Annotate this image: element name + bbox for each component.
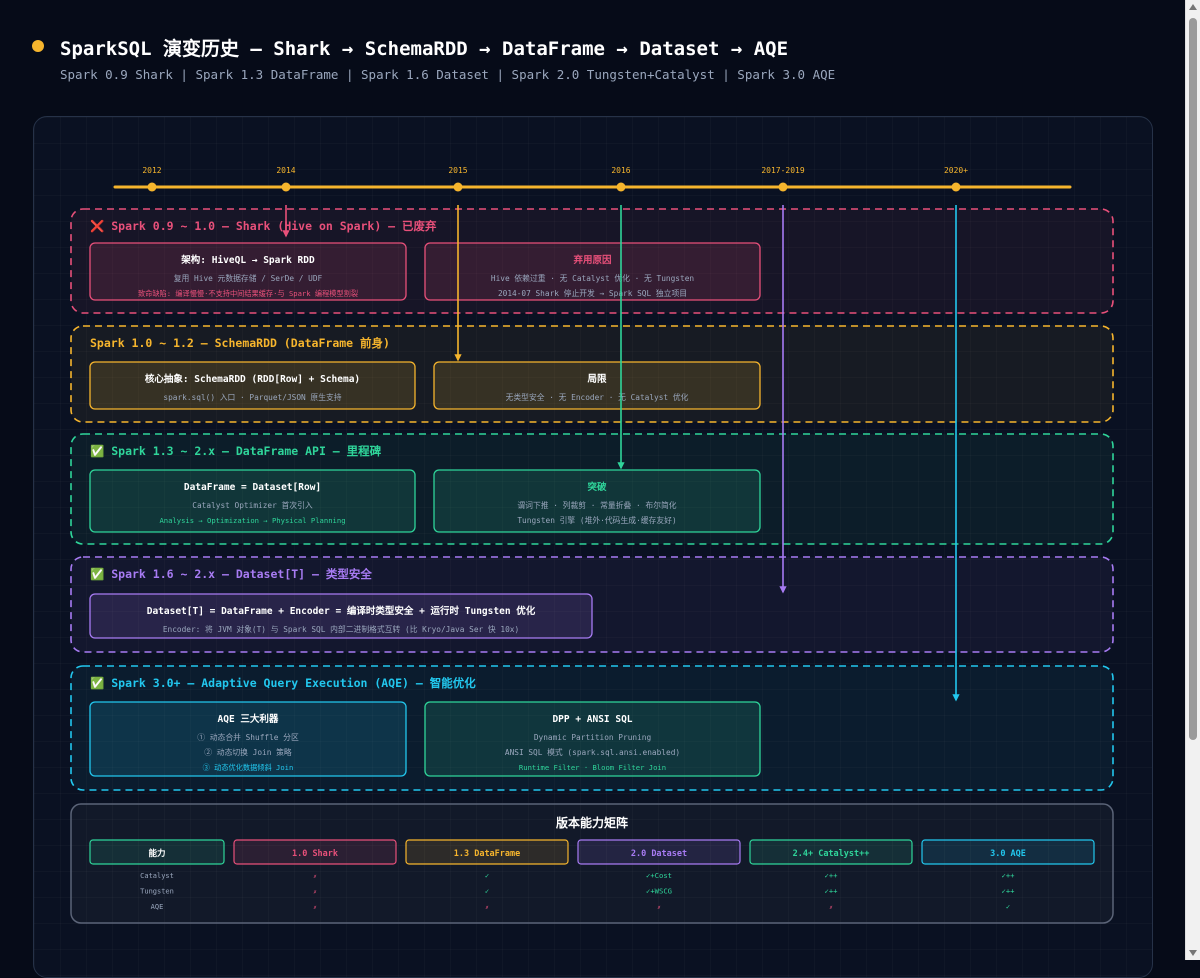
timeline-node <box>951 182 961 192</box>
info-card: 弃用原因 Hive 依赖过重 · 无 Catalyst 优化 · 无 Tungst… <box>424 242 761 301</box>
matrix-cell: ✗ <box>313 905 316 911</box>
timeline-label: 2014 <box>276 166 295 175</box>
matrix-cell: ✓+Cost <box>646 871 672 880</box>
matrix-header-label: 2.4+ Catalyst++ <box>793 849 870 859</box>
info-card-line: Encoder: 将 JVM 对象(T) 与 Spark SQL 内部二进制格式… <box>163 624 519 634</box>
timeline: 2012 2014 2015 2016 2017-2019 2020+ <box>113 166 1072 192</box>
info-card-title: 突破 <box>587 481 607 493</box>
capability-matrix: 版本能力矩阵能力 1.0 Shark 1.3 DataFrame 2.0 Datase… <box>70 803 1114 924</box>
info-card-title: Dataset[T] = DataFrame + Encoder = 编译时类型… <box>147 605 536 617</box>
info-card-line: Tungsten 引擎 (堆外·代码生成·缓存友好) <box>517 515 676 525</box>
timeline-label: 2015 <box>448 166 467 175</box>
info-card: AQE 三大利器 ① 动态合并 Shuffle 分区 ② 动态切换 Join 策略 ③… <box>89 701 407 777</box>
matrix-cell: ✗ <box>313 874 316 880</box>
info-card-title: 核心抽象: SchemaRDD (RDD[Row] + Schema) <box>145 373 360 385</box>
info-card-title: AQE 三大利器 <box>218 713 279 725</box>
era-section-title: Spark 1.0 ~ 1.2 — SchemaRDD (DataFrame 前… <box>90 336 390 350</box>
matrix-cell: ✗ <box>829 905 832 911</box>
matrix-header-label: 2.0 Dataset <box>631 849 687 859</box>
timeline-label: 2016 <box>611 166 630 175</box>
matrix-cell: ✓++ <box>825 871 839 880</box>
matrix-cell: ✓+WSCG <box>646 887 672 896</box>
info-card: DPP + ANSI SQL Dynamic Partition Pruning A… <box>424 701 761 777</box>
info-card-line: Hive 依赖过重 · 无 Catalyst 优化 · 无 Tungsten <box>491 273 694 283</box>
matrix-row-label: Catalyst <box>140 872 174 880</box>
page-scrollbar[interactable] <box>1185 0 1200 960</box>
timeline-node <box>281 182 291 192</box>
timeline-node <box>778 182 788 192</box>
info-card-line: Catalyst Optimizer 首次引入 <box>192 500 313 510</box>
timeline-label: 2017-2019 <box>761 166 805 175</box>
info-card-line: 2014-07 Shark 停止开发 → Spark SQL 独立项目 <box>498 288 687 298</box>
info-card-line: Analysis → Optimization → Physical Plann… <box>159 516 345 525</box>
timeline-label: 2020+ <box>944 166 968 175</box>
matrix-cell: ✗ <box>313 890 316 896</box>
info-card: Dataset[T] = DataFrame + Encoder = 编译时类型… <box>89 593 593 639</box>
info-card-title: DPP + ANSI SQL <box>552 714 632 725</box>
matrix-cell: ✗ <box>485 905 488 911</box>
info-card-line: Runtime Filter · Bloom Filter Join <box>519 763 666 772</box>
matrix-title: 版本能力矩阵 <box>556 815 628 830</box>
timeline-node <box>453 182 463 192</box>
info-card-line: Dynamic Partition Pruning <box>534 733 651 742</box>
info-card-line: ① 动态合并 Shuffle 分区 <box>197 732 299 742</box>
matrix-header-label: 3.0 AQE <box>990 849 1026 859</box>
matrix-cell: ✓++ <box>1002 887 1016 896</box>
info-card: 架构: HiveQL → Spark RDD 复用 Hive 元数据存储 / Se… <box>89 242 407 301</box>
matrix-cell: ✓ <box>1006 902 1010 911</box>
matrix-header-label: 1.3 DataFrame <box>454 849 521 859</box>
matrix-cell: ✓ <box>485 887 489 896</box>
evolution-diagram: ❌ Spark 0.9 ~ 1.0 — Shark (Hive on Spark… <box>70 166 1114 924</box>
info-card-line: 谓词下推 · 列裁剪 · 常量折叠 · 布尔简化 <box>517 500 676 510</box>
era-section-title: ✅ Spark 1.3 ~ 2.x — DataFrame API — 里程碑 <box>90 444 382 458</box>
info-card-line: ③ 动态优化数据倾斜 Join <box>203 763 294 772</box>
scroll-thumb[interactable] <box>1189 18 1197 740</box>
timeline-node <box>147 182 157 192</box>
info-card: 局限无类型安全 · 无 Encoder · 无 Catalyst 优化 <box>433 361 761 410</box>
matrix-cell: ✓++ <box>1002 871 1016 880</box>
scroll-down-icon[interactable] <box>1189 950 1197 956</box>
matrix-cell: ✓++ <box>825 887 839 896</box>
era-section-title: ❌ Spark 0.9 ~ 1.0 — Shark (Hive on Spark… <box>90 219 437 233</box>
era-section-title: ✅ Spark 3.0+ — Adaptive Query Execution … <box>90 676 476 690</box>
matrix-row-label: Tungsten <box>140 888 174 896</box>
info-card: 突破谓词下推 · 列裁剪 · 常量折叠 · 布尔简化 Tungsten 引擎 (堆… <box>433 469 761 533</box>
info-card-line: spark.sql() 入口 · Parquet/JSON 原生支持 <box>163 392 341 402</box>
matrix-cell: ✗ <box>657 905 660 911</box>
info-card-title: 局限 <box>587 374 607 385</box>
era-section-title: ✅ Spark 1.6 ~ 2.x — Dataset[T] — 类型安全 <box>90 567 372 581</box>
info-card-line: 致命缺陷: 编译慢慢·不支持中间结果缓存·与 Spark 编程模型割裂 <box>138 289 358 298</box>
info-card-line: 无类型安全 · 无 Encoder · 无 Catalyst 优化 <box>506 392 689 402</box>
info-card-title: DataFrame = Dataset[Row] <box>184 482 321 493</box>
info-card-line: ② 动态切换 Join 策略 <box>204 747 292 757</box>
info-card-line: 复用 Hive 元数据存储 / SerDe / UDF <box>174 273 323 283</box>
info-card: 核心抽象: SchemaRDD (RDD[Row] + Schema) spark… <box>89 361 416 410</box>
info-card: DataFrame = Dataset[Row] Catalyst Optimiz… <box>89 469 416 533</box>
matrix-header-label: 1.0 Shark <box>292 849 338 859</box>
timeline-node <box>616 182 626 192</box>
info-card-title: 架构: HiveQL → Spark RDD <box>180 254 315 266</box>
matrix-cell: ✓ <box>485 871 489 880</box>
info-card-line: ANSI SQL 模式 (spark.sql.ansi.enabled) <box>505 747 680 757</box>
matrix-header-label: 能力 <box>148 848 165 859</box>
timeline-label: 2012 <box>142 166 161 175</box>
scroll-up-icon[interactable] <box>1189 4 1197 10</box>
info-card-title: 弃用原因 <box>573 254 611 266</box>
matrix-row-label: AQE <box>151 903 164 911</box>
